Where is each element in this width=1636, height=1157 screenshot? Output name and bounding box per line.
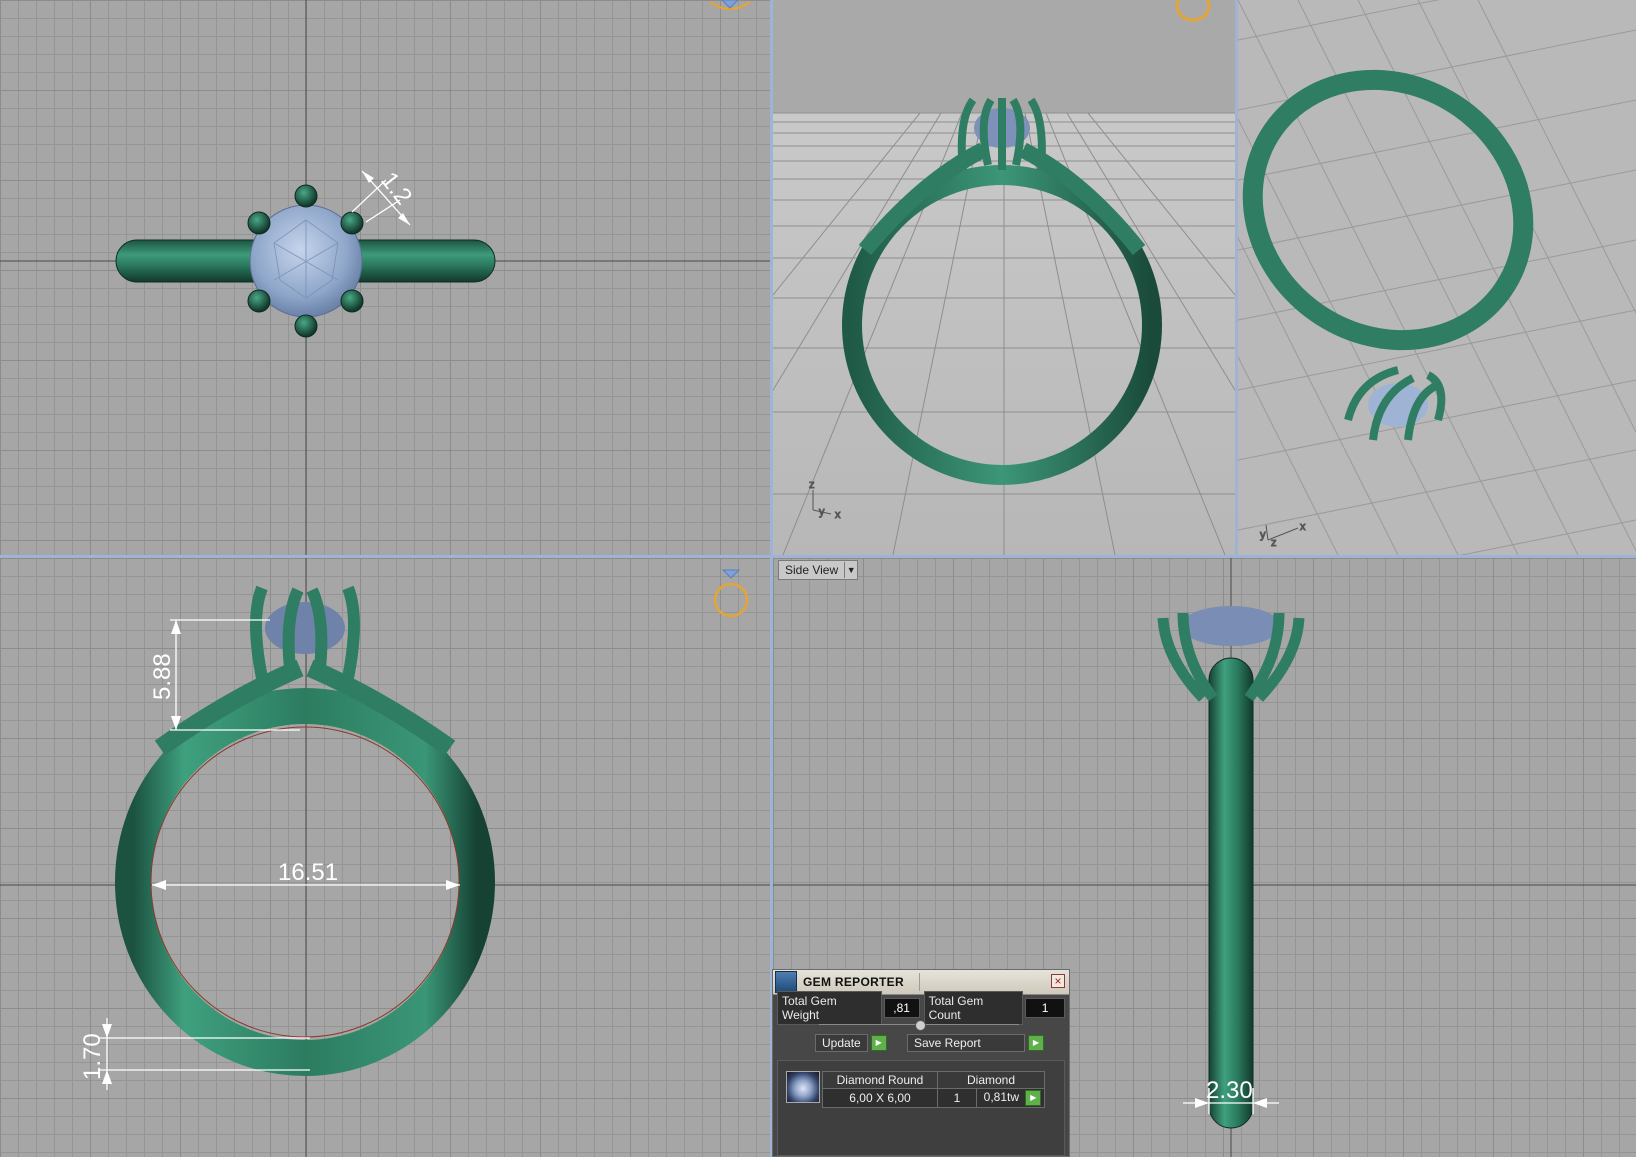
viewport-front[interactable]: 5.88 16.51 1.70 (0, 558, 770, 1157)
update-button[interactable]: Update ▶ (815, 1034, 887, 1052)
viewport-divider-vertical-top[interactable] (1235, 0, 1238, 555)
gem-front (265, 602, 345, 654)
gem-count-cell: 1 (937, 1088, 977, 1108)
orientation-ring-icon-front (713, 569, 749, 618)
svg-text:x: x (835, 509, 841, 521)
svg-text:y: y (819, 506, 825, 518)
update-button-label: Update (815, 1034, 868, 1052)
front-view-canvas: 5.88 16.51 1.70 (0, 558, 770, 1157)
gem-cut-cell: Diamond Round (822, 1071, 938, 1089)
gem-size-cell: 6,00 X 6,00 (822, 1088, 938, 1108)
gem-list-panel: Diamond Round Diamond 6,00 X 6,00 1 0,81… (777, 1060, 1065, 1156)
view-selector-label: Side View (785, 563, 839, 577)
total-gem-count-field[interactable]: 1 (1025, 998, 1065, 1018)
svg-text:x: x (1300, 521, 1306, 533)
table-row[interactable]: Diamond Round Diamond (822, 1071, 1045, 1089)
svg-text:y: y (1260, 529, 1266, 541)
total-gem-weight-field[interactable]: ,81 (883, 998, 920, 1018)
table-row[interactable]: 6,00 X 6,00 1 0,81tw ▶ (822, 1088, 1045, 1108)
svg-text:z: z (809, 479, 815, 491)
orientation-icon (709, 0, 751, 10)
viewport-divider-horizontal[interactable] (0, 555, 1636, 558)
svg-text:z: z (1271, 537, 1277, 549)
play-icon[interactable]: ▶ (1028, 1035, 1044, 1051)
viewport-perspective-front[interactable]: z y x (773, 0, 1235, 555)
gem-weight-cell: 0,81tw ▶ (976, 1088, 1045, 1108)
top-view-canvas: 1.2 (0, 0, 770, 555)
gem-list-table: Diamond Round Diamond 6,00 X 6,00 1 0,81… (822, 1071, 1045, 1108)
total-gem-count-label: Total Gem Count (923, 991, 1024, 1025)
gem-material-cell: Diamond (937, 1071, 1045, 1089)
viewport-perspective-angle[interactable]: y z x (1238, 0, 1636, 555)
chevron-down-icon[interactable]: ▼ (844, 562, 857, 578)
perspective-angle-grid (1238, 0, 1636, 555)
panel-splitter-handle[interactable] (915, 1020, 926, 1031)
inner-diameter-dimension: 16.51 (278, 859, 338, 886)
total-gem-weight-label: Total Gem Weight (777, 991, 882, 1025)
height-dimension: 5.88 (149, 653, 176, 700)
ring-band-side (1208, 657, 1254, 1129)
play-icon[interactable]: ▶ (870, 1035, 887, 1051)
gem-reporter-title: GEM REPORTER (803, 975, 904, 989)
gem-reporter-app-icon (775, 971, 797, 993)
save-report-button[interactable]: Save Report ▶ (907, 1034, 1044, 1052)
prong-dimension: 1.2 (375, 167, 417, 210)
gem-reporter-panel: GEM REPORTER × Total Gem Weight ,81 Tota… (772, 969, 1070, 1157)
save-report-button-label: Save Report (907, 1034, 1025, 1052)
perspective-angle-canvas: y z x (1238, 0, 1636, 555)
view-selector[interactable]: Side View ▼ (778, 560, 859, 580)
viewport-top[interactable]: 1.2 (0, 0, 770, 555)
round-diamond-icon[interactable] (786, 1071, 820, 1103)
axis-triad-angle: y z x (1260, 521, 1307, 550)
totals-row: Total Gem Weight ,81 Total Gem Count 1 (777, 991, 1065, 1025)
play-icon[interactable]: ▶ (1025, 1090, 1042, 1106)
close-icon[interactable]: × (1051, 974, 1065, 988)
band-thickness-dimension: 1.70 (79, 1033, 106, 1080)
band-width-dimension: 2.30 (1206, 1077, 1253, 1104)
titlebar-separator (919, 973, 920, 991)
gem-weight-value: 0,81tw (983, 1090, 1019, 1105)
perspective-front-canvas: z y x (773, 0, 1235, 555)
gem-side (1181, 606, 1281, 646)
